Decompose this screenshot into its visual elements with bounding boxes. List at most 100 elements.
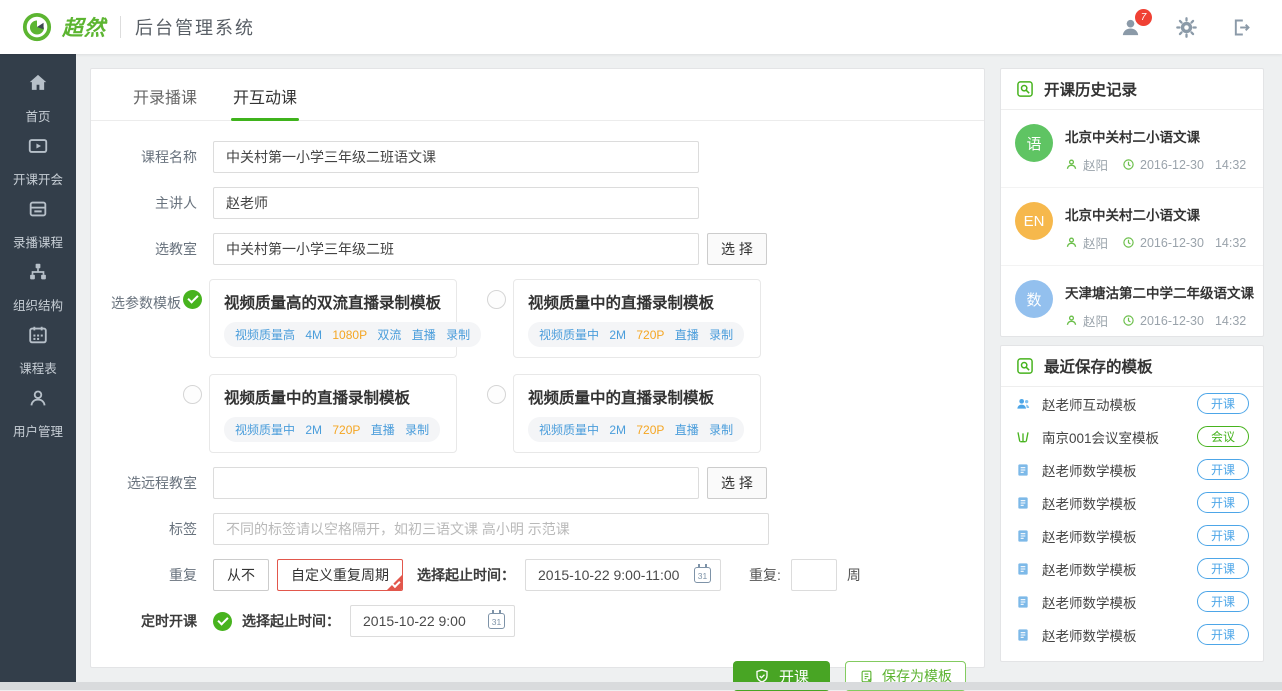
templates-panel-header: 最近保存的模板	[1001, 346, 1263, 387]
param-tag: 2M	[609, 328, 626, 342]
sidebar-item-schedule[interactable]: 课程表	[0, 324, 76, 387]
timed-start-label: 定时开课	[91, 611, 197, 631]
template-card[interactable]: 视频质量高的双流直播录制模板 视频质量高 4M 1080P 双流	[183, 279, 457, 358]
template-action-button[interactable]: 会议	[1197, 426, 1249, 447]
repeat-custom-button[interactable]: 自定义重复周期	[277, 559, 403, 591]
saved-template-item[interactable]: 赵老师数学模板 开课	[1001, 618, 1263, 651]
template-action-button[interactable]: 开课	[1197, 624, 1249, 645]
radio-icon[interactable]	[183, 385, 202, 404]
course-name-input[interactable]	[213, 141, 699, 173]
bottom-strip	[0, 682, 1282, 690]
tab-recorded-class[interactable]: 开录播课	[131, 69, 199, 120]
template-card-tagbar: 视频质量中 2M 720P 直播 录制	[528, 322, 744, 347]
clock-icon	[1122, 314, 1135, 327]
param-tag: 录制	[405, 423, 429, 437]
repeat-count-input[interactable]	[791, 559, 837, 591]
radio-icon[interactable]	[487, 385, 506, 404]
teacher-input[interactable]	[213, 187, 699, 219]
template-card[interactable]: 视频质量中的直播录制模板 视频质量中 2M 720P 直播	[487, 374, 761, 453]
calendar-picker-icon[interactable]: 31	[488, 613, 505, 629]
template-card-body[interactable]: 视频质量中的直播录制模板 视频质量中 2M 720P 直播	[513, 374, 761, 453]
history-item[interactable]: 数 天津塘沽第二中学二年级语文课 赵阳 2016-12-30 14:32	[1001, 266, 1263, 337]
repeat-row: 重复 从不 自定义重复周期 选择起止时间： 2015-10-22 9:00-11…	[91, 559, 984, 591]
template-action-button[interactable]: 开课	[1197, 558, 1249, 579]
history-item-date: 2016-12-30	[1140, 158, 1204, 172]
radio-icon[interactable]	[487, 290, 506, 309]
param-tag: 视频质量高	[235, 328, 295, 342]
saved-template-item[interactable]: 赵老师数学模板 开课	[1001, 486, 1263, 519]
sidebar-item-organization[interactable]: 组织结构	[0, 261, 76, 324]
template-card-title: 视频质量中的直播录制模板	[224, 386, 442, 408]
history-item-teacher: 赵阳	[1083, 233, 1108, 252]
sidebar-item-home[interactable]: 首页	[0, 72, 76, 135]
saved-template-title: 赵老师数学模板	[1042, 526, 1197, 546]
template-card[interactable]: 视频质量中的直播录制模板 视频质量中 2M 720P 直播	[183, 374, 457, 453]
template-card-body[interactable]: 视频质量高的双流直播录制模板 视频质量高 4M 1080P 双流	[209, 279, 457, 358]
history-item-date: 2016-12-30	[1140, 314, 1204, 328]
template-action-button[interactable]: 开课	[1197, 492, 1249, 513]
sidebar-item-users[interactable]: 用户管理	[0, 387, 76, 450]
template-action-button[interactable]: 开课	[1197, 459, 1249, 480]
repeat-count-label: 重复:	[749, 565, 781, 585]
template-action-button[interactable]: 开课	[1197, 525, 1249, 546]
remote-classroom-input[interactable]	[213, 467, 699, 499]
saved-templates-panel: 最近保存的模板 赵老师互动模板 开课 南京001会议室模板 会议 赵老师数学模板…	[1000, 345, 1264, 662]
template-action-button[interactable]: 开课	[1197, 393, 1249, 414]
repeat-label: 重复	[91, 565, 197, 585]
logout-icon[interactable]	[1231, 17, 1252, 38]
repeat-range-value: 2015-10-22 9:00-11:00	[538, 567, 679, 583]
repeat-never-button[interactable]: 从不	[213, 559, 269, 591]
history-item-teacher: 赵阳	[1083, 311, 1108, 330]
doc-icon	[1015, 627, 1033, 643]
history-item[interactable]: EN 北京中关村二小语文课 赵阳 2016-12-30 14:32	[1001, 188, 1263, 266]
page-title: 后台管理系统	[135, 14, 255, 40]
clock-icon	[1122, 236, 1135, 249]
param-tag: 双流	[377, 328, 401, 342]
param-tag: 视频质量中	[539, 423, 599, 437]
teacher-row: 主讲人	[91, 187, 984, 219]
class-history-panel: 开课历史记录 语 北京中关村二小语文课 赵阳 2016-12-30 14:32 …	[1000, 68, 1264, 337]
doc-icon	[1015, 495, 1033, 511]
param-tag: 直播	[675, 328, 699, 342]
classroom-label: 选教室	[91, 239, 197, 259]
history-item-teacher: 赵阳	[1083, 155, 1108, 174]
tab-interactive-class[interactable]: 开互动课	[231, 69, 299, 120]
sidebar-item-recorded-courses[interactable]: 录播课程	[0, 198, 76, 261]
saved-template-item[interactable]: 赵老师数学模板 开课	[1001, 519, 1263, 552]
saved-template-item[interactable]: 赵老师数学模板 开课	[1001, 453, 1263, 486]
brand-logo-icon	[22, 12, 52, 42]
calendar-picker-icon[interactable]: 31	[694, 567, 711, 583]
saved-template-item[interactable]: 南京001会议室模板 会议	[1001, 420, 1263, 453]
header-actions: 7	[1119, 16, 1252, 39]
sidebar-item-start-class[interactable]: 开课开会	[0, 135, 76, 198]
notifications-icon[interactable]: 7	[1119, 16, 1142, 39]
timed-start-row: 定时开课 选择起止时间： 2015-10-22 9:00 31	[91, 605, 984, 637]
classroom-input[interactable]	[213, 233, 699, 265]
subject-badge: 语	[1015, 124, 1053, 162]
templates-panel-title: 最近保存的模板	[1044, 355, 1153, 377]
brand: 超然 后台管理系统	[22, 12, 255, 42]
brand-name: 超然	[62, 12, 106, 42]
person-icon	[1065, 236, 1078, 249]
template-action-button[interactable]: 开课	[1197, 591, 1249, 612]
param-tag: 录制	[709, 423, 733, 437]
tags-label: 标签	[91, 519, 197, 539]
template-card-body[interactable]: 视频质量中的直播录制模板 视频质量中 2M 720P 直播	[209, 374, 457, 453]
timed-start-input[interactable]: 2015-10-22 9:00 31	[350, 605, 515, 637]
classroom-select-button[interactable]: 选 择	[707, 233, 767, 265]
timed-start-check-icon[interactable]	[213, 612, 232, 631]
template-card-body[interactable]: 视频质量中的直播录制模板 视频质量中 2M 720P 直播	[513, 279, 761, 358]
doc-icon	[1015, 462, 1033, 478]
template-card[interactable]: 视频质量中的直播录制模板 视频质量中 2M 720P 直播	[487, 279, 761, 358]
tags-input[interactable]	[213, 513, 769, 545]
history-item-time: 14:32	[1215, 314, 1246, 328]
saved-template-item[interactable]: 赵老师数学模板 开课	[1001, 585, 1263, 618]
saved-template-item[interactable]: 赵老师互动模板 开课	[1001, 387, 1263, 420]
param-tag: 视频质量中	[235, 423, 295, 437]
history-item[interactable]: 语 北京中关村二小语文课 赵阳 2016-12-30 14:32	[1001, 110, 1263, 188]
saved-template-item[interactable]: 赵老师数学模板 开课	[1001, 552, 1263, 585]
settings-gear-icon[interactable]	[1176, 17, 1197, 38]
remote-classroom-select-button[interactable]: 选 择	[707, 467, 767, 499]
saved-template-title: 赵老师数学模板	[1042, 559, 1197, 579]
repeat-range-input[interactable]: 2015-10-22 9:00-11:00 31	[525, 559, 721, 591]
